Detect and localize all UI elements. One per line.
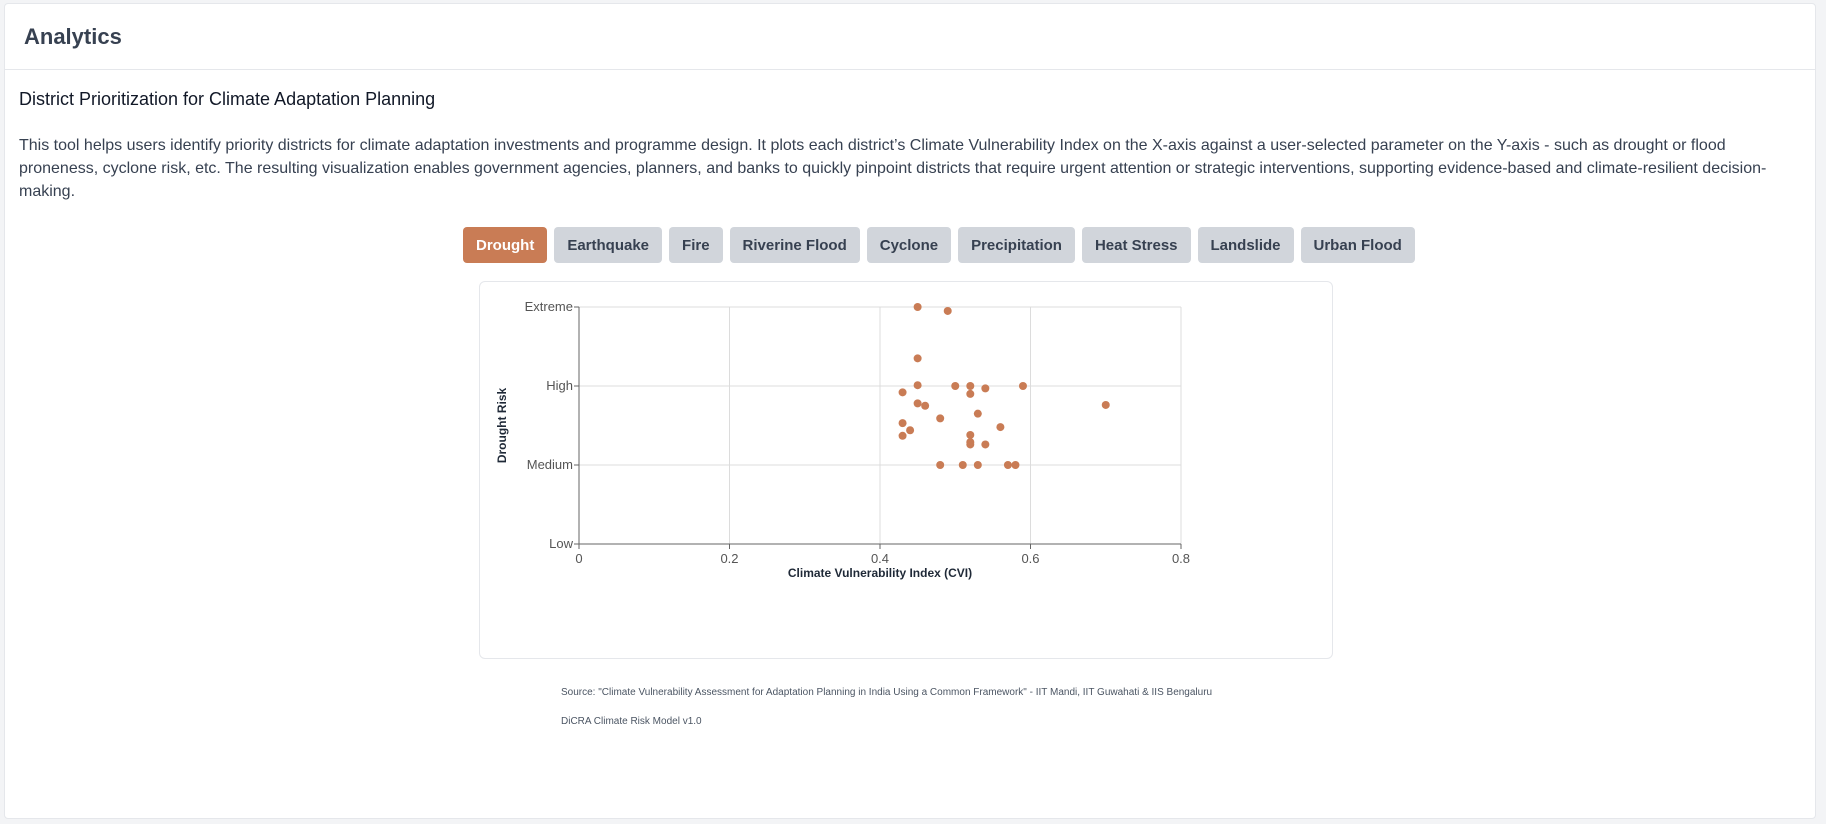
data-point	[898, 388, 907, 397]
data-point	[981, 440, 990, 449]
x-tick-label: 0.2	[720, 551, 738, 566]
tab-drought[interactable]: Drought	[463, 227, 548, 263]
source-citation: Source: "Climate Vulnerability Assessmen…	[561, 687, 1213, 698]
data-point	[921, 401, 930, 410]
card-header: Analytics	[5, 4, 1815, 70]
data-point	[913, 303, 922, 311]
data-point	[943, 306, 952, 315]
tab-cyclone[interactable]: Cyclone	[866, 227, 952, 263]
data-point	[973, 409, 982, 418]
data-point	[936, 461, 945, 469]
data-point	[906, 426, 915, 435]
x-tick-label: 0.8	[1172, 551, 1190, 566]
y-tick-label: High	[546, 378, 573, 393]
data-point	[996, 423, 1005, 432]
data-point	[973, 461, 982, 469]
section-description: This tool helps users identify priority …	[19, 137, 1767, 200]
section-title: District Prioritization for Climate Adap…	[19, 89, 436, 109]
tab-riverine-flood[interactable]: Riverine Flood	[729, 227, 860, 263]
x-axis-ticks: 0 0.2 0.4 0.6 0.8	[575, 544, 1190, 566]
y-tick-label: Medium	[527, 457, 573, 472]
data-point	[958, 461, 967, 469]
tab-precipitation[interactable]: Precipitation	[958, 227, 1075, 263]
data-point	[913, 399, 922, 408]
data-point	[981, 384, 990, 393]
model-version: DiCRA Climate Risk Model v1.0	[561, 716, 702, 727]
y-tick-label: Extreme	[525, 299, 573, 314]
chart-grid	[578, 306, 1182, 545]
scatter-chart: 0 0.2 0.4 0.6 0.8 Low Medium High Extreme Clima…	[495, 299, 1190, 580]
data-point	[951, 382, 960, 390]
data-point	[898, 419, 907, 428]
scatter-chart-panel: 0 0.2 0.4 0.6 0.8 Low Medium High Extreme Clima…	[479, 281, 1333, 659]
y-axis-ticks: Low Medium High Extreme	[525, 299, 579, 551]
x-tick-label: 0.4	[871, 551, 889, 566]
data-point	[1003, 461, 1012, 469]
data-point	[966, 382, 975, 390]
x-axis-label: Climate Vulnerability Index (CVI)	[788, 566, 972, 580]
data-point	[1018, 382, 1027, 390]
data-point	[966, 430, 975, 439]
tab-fire[interactable]: Fire	[669, 227, 723, 263]
page-title: Analytics	[24, 23, 122, 49]
y-axis-label: Drought Risk	[495, 388, 509, 464]
hazard-tabs: Drought Earthquake Fire Riverine Flood C…	[463, 227, 1415, 263]
data-point	[966, 389, 975, 398]
data-point	[966, 440, 975, 449]
x-tick-label: 0	[575, 551, 582, 566]
data-point	[913, 381, 922, 390]
data-point	[898, 431, 907, 440]
data-point	[1011, 461, 1020, 469]
data-point	[936, 414, 945, 423]
tab-earthquake[interactable]: Earthquake	[554, 227, 663, 263]
y-tick-label: Low	[549, 536, 573, 551]
tab-urban-flood[interactable]: Urban Flood	[1300, 227, 1415, 263]
tab-heat-stress[interactable]: Heat Stress	[1081, 227, 1191, 263]
tab-landslide[interactable]: Landslide	[1197, 227, 1294, 263]
x-tick-label: 0.6	[1021, 551, 1039, 566]
data-point	[913, 354, 922, 363]
data-point	[1101, 400, 1110, 409]
